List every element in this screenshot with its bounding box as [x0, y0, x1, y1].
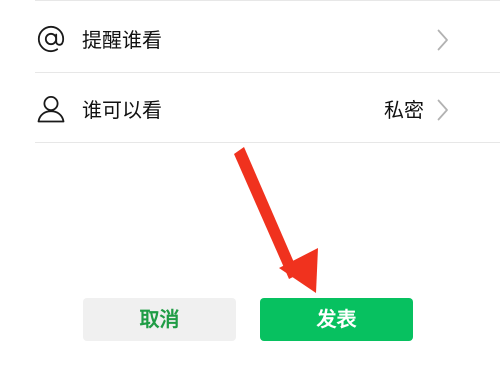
who-can-see-row[interactable]: 谁可以看 私密 — [0, 77, 500, 147]
chevron-right-icon — [437, 29, 448, 51]
divider — [35, 0, 500, 1]
remind-who-row[interactable]: 提醒谁看 — [0, 7, 500, 77]
divider — [35, 72, 500, 73]
cancel-button[interactable]: 取消 — [83, 298, 236, 341]
remind-who-label: 提醒谁看 — [82, 28, 162, 52]
user-icon — [37, 96, 65, 123]
chevron-right-icon — [437, 99, 448, 121]
who-can-see-label: 谁可以看 — [82, 98, 162, 122]
at-sign-icon — [37, 25, 65, 53]
divider — [35, 142, 500, 143]
publish-button[interactable]: 发表 — [260, 298, 413, 341]
visibility-value: 私密 — [384, 98, 424, 122]
